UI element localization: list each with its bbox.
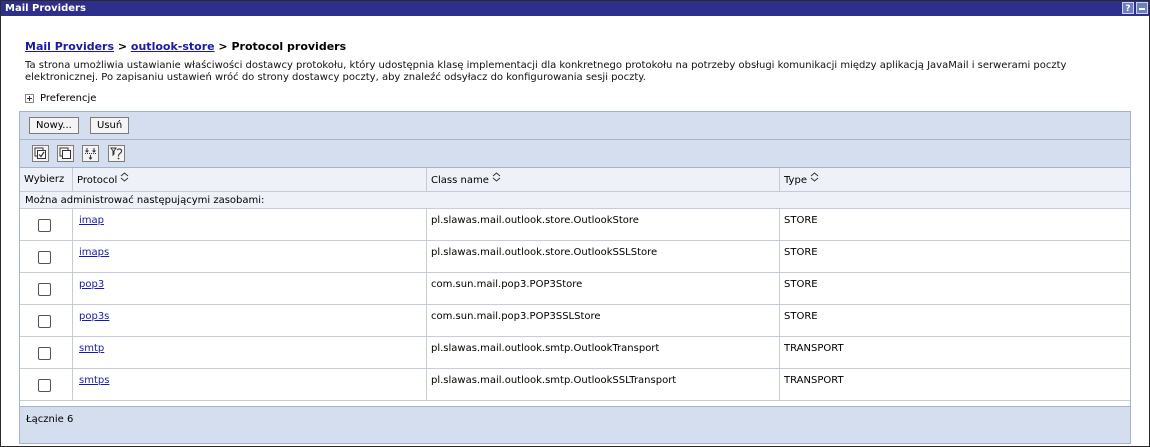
type-cell: TRANSPORT xyxy=(779,369,1130,400)
row-checkbox[interactable] xyxy=(38,315,51,328)
table-row: pop3s com.sun.mail.pop3.POP3SSLStore STO… xyxy=(20,305,1130,337)
section-label: Można administrować następującymi zasoba… xyxy=(25,195,265,206)
protocol-link[interactable]: pop3 xyxy=(77,279,104,290)
class-name-cell: pl.slawas.mail.outlook.store.OutlookStor… xyxy=(426,209,779,240)
select-all-icon[interactable] xyxy=(32,145,49,162)
select-cell xyxy=(20,305,72,336)
minimize-icon[interactable] xyxy=(1136,2,1148,14)
table-footer: Łącznie 6 xyxy=(20,406,1130,443)
breadcrumb-separator: > xyxy=(114,40,131,53)
protocol-cell: imaps xyxy=(72,241,426,272)
help-icon[interactable]: ? xyxy=(1122,2,1134,14)
button-toolbar: Nowy... Usuń xyxy=(20,112,1130,140)
protocol-cell: pop3 xyxy=(72,273,426,304)
protocol-providers-collection: Nowy... Usuń Wybierz Protocol Class name… xyxy=(19,111,1131,444)
breadcrumb-link-outlook-store[interactable]: outlook-store xyxy=(131,40,215,53)
type-cell: STORE xyxy=(779,209,1130,240)
class-name-cell: pl.slawas.mail.outlook.smtp.OutlookSSLTr… xyxy=(426,369,779,400)
sort-icon[interactable] xyxy=(492,168,501,192)
mail-providers-portlet: Mail Providers ? Mail Providers > outloo… xyxy=(0,0,1150,447)
breadcrumb-link-mail-providers[interactable]: Mail Providers xyxy=(25,40,114,53)
page-content: Mail Providers > outlook-store > Protoco… xyxy=(1,16,1149,446)
select-cell xyxy=(20,369,72,400)
header-type[interactable]: Type xyxy=(779,168,1130,191)
class-name-cell: pl.slawas.mail.outlook.store.OutlookSSLS… xyxy=(426,241,779,272)
select-cell xyxy=(20,241,72,272)
protocol-link[interactable]: imap xyxy=(77,215,104,226)
header-select: Wybierz xyxy=(24,174,65,185)
deselect-all-icon[interactable] xyxy=(57,145,74,162)
type-cell: STORE xyxy=(779,305,1130,336)
select-cell xyxy=(20,209,72,240)
row-checkbox[interactable] xyxy=(38,251,51,264)
sort-icon[interactable] xyxy=(120,168,129,192)
breadcrumb: Mail Providers > outlook-store > Protoco… xyxy=(25,40,346,53)
page-description: Ta strona umożliwia ustawianie właściwoś… xyxy=(25,60,1067,83)
icon-toolbar xyxy=(20,140,1130,168)
clear-filter-icon[interactable] xyxy=(108,145,125,162)
breadcrumb-separator: > xyxy=(214,40,232,53)
select-cell xyxy=(20,337,72,368)
type-cell: TRANSPORT xyxy=(779,337,1130,368)
header-class-name[interactable]: Class name xyxy=(426,168,779,191)
table-header: Wybierz Protocol Class name Type xyxy=(20,168,1130,192)
table-row: imaps pl.slawas.mail.outlook.store.Outlo… xyxy=(20,241,1130,273)
window-titlebar: Mail Providers ? xyxy=(1,1,1149,16)
row-checkbox[interactable] xyxy=(38,347,51,360)
header-protocol[interactable]: Protocol xyxy=(72,168,426,191)
class-name-cell: com.sun.mail.pop3.POP3Store xyxy=(426,273,779,304)
table-row: pop3 com.sun.mail.pop3.POP3Store STORE xyxy=(20,273,1130,305)
row-checkbox[interactable] xyxy=(38,219,51,232)
row-checkbox[interactable] xyxy=(38,283,51,296)
type-cell: STORE xyxy=(779,273,1130,304)
protocol-link[interactable]: imaps xyxy=(77,247,109,258)
table-row: smtp pl.slawas.mail.outlook.smtp.Outlook… xyxy=(20,337,1130,369)
new-button[interactable]: Nowy... xyxy=(29,117,79,134)
protocol-link[interactable]: smtps xyxy=(77,375,109,386)
type-cell: STORE xyxy=(779,241,1130,272)
select-cell xyxy=(20,273,72,304)
show-filter-icon[interactable] xyxy=(82,145,99,162)
protocol-cell: smtp xyxy=(72,337,426,368)
class-name-cell: pl.slawas.mail.outlook.smtp.OutlookTrans… xyxy=(426,337,779,368)
delete-button[interactable]: Usuń xyxy=(90,117,130,134)
protocol-link[interactable]: pop3s xyxy=(77,311,109,322)
table-row: smtps pl.slawas.mail.outlook.smtp.Outloo… xyxy=(20,369,1130,401)
protocol-cell: pop3s xyxy=(72,305,426,336)
total-count: Łącznie 6 xyxy=(26,414,74,425)
sort-icon[interactable] xyxy=(810,168,819,192)
breadcrumb-current: Protocol providers xyxy=(231,40,347,53)
protocol-cell: imap xyxy=(72,209,426,240)
protocol-link[interactable]: smtp xyxy=(77,343,104,354)
table-row: imap pl.slawas.mail.outlook.store.Outloo… xyxy=(20,209,1130,241)
protocol-cell: smtps xyxy=(72,369,426,400)
expand-icon[interactable] xyxy=(25,93,34,103)
row-checkbox[interactable] xyxy=(38,379,51,392)
table-section-row: Można administrować następującymi zasoba… xyxy=(20,192,1130,209)
window-title: Mail Providers xyxy=(5,3,86,14)
preferences-label[interactable]: Preferencje xyxy=(40,93,96,104)
preferences-toggle[interactable]: Preferencje xyxy=(25,92,96,106)
class-name-cell: com.sun.mail.pop3.POP3SSLStore xyxy=(426,305,779,336)
